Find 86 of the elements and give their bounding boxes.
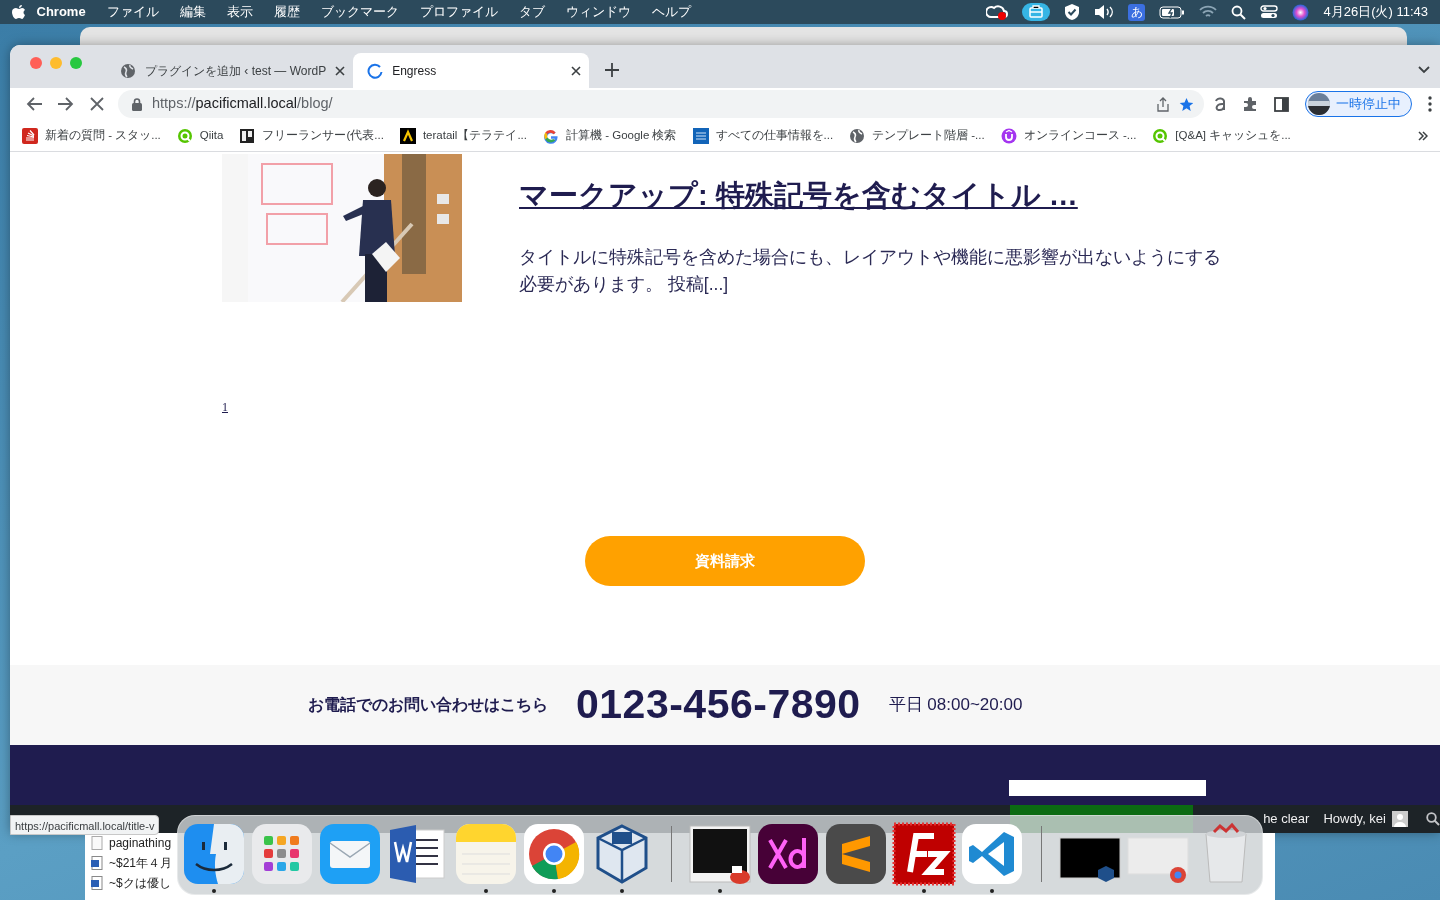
design-app-icon[interactable]	[756, 822, 820, 886]
caret-logo-icon	[399, 127, 416, 144]
tab-search-icon[interactable]	[1418, 66, 1430, 74]
document-lines-icon	[692, 127, 709, 144]
share-icon[interactable]	[1157, 96, 1169, 112]
menubar-clock[interactable]: 4月26日(火) 11:43	[1323, 2, 1428, 22]
menu-item[interactable]: 履歴	[263, 2, 311, 22]
link-status-bubble: https://pacificmall.local/title-v	[10, 815, 160, 835]
browser-tab[interactable]: Engress	[353, 53, 590, 88]
cap-badge-icon	[1000, 127, 1017, 144]
shield-icon[interactable]	[1064, 3, 1081, 21]
file-name[interactable]: paginathing	[109, 834, 172, 852]
business-hours: 平日 08:00~20:00	[888, 694, 1023, 717]
browser-tab[interactable]: プラグインを追加 ‹ test — WordP	[106, 53, 354, 88]
bookmark-item[interactable]: 新着の質問 - スタッ...	[22, 126, 161, 145]
menu-item[interactable]: ファイル	[96, 2, 170, 22]
menu-item[interactable]: ヘルプ	[641, 2, 702, 22]
search-icon[interactable]	[1231, 4, 1247, 20]
page-link[interactable]: 1	[222, 398, 228, 416]
puzzle-icon[interactable]	[1242, 96, 1258, 112]
menu-item[interactable]: 編集	[169, 2, 217, 22]
filezilla-icon[interactable]	[892, 822, 956, 886]
close-icon[interactable]	[335, 65, 346, 76]
bookmark-item[interactable]: テンプレート階層 -...	[849, 126, 985, 145]
more-bookmarks-icon[interactable]	[1418, 130, 1428, 141]
account-menu[interactable]: Howdy, kei	[1323, 809, 1386, 829]
menu-item[interactable]: ウィンドウ	[555, 2, 642, 22]
bookmark-item[interactable]: [Q&A] キャッシュを...	[1152, 126, 1291, 145]
bookmark-item[interactable]: フリーランサー(代表...	[239, 126, 384, 145]
address-bar[interactable]: https://pacificmall.local/blog/	[118, 90, 1204, 118]
monitor-icon[interactable]	[688, 822, 752, 886]
bookmark-item[interactable]: Qiita	[176, 126, 224, 145]
contact-label: お電話でのお問い合わせはこちら	[308, 695, 548, 716]
phone-number[interactable]: 0123-456-7890	[576, 674, 861, 736]
admin-menu-item[interactable]: he clear	[1263, 809, 1310, 829]
apple-icon[interactable]	[12, 4, 26, 20]
menu-item[interactable]: タブ	[508, 2, 556, 22]
globe-icon	[849, 127, 866, 144]
more-menu-icon[interactable]	[1428, 96, 1432, 112]
menu-item[interactable]: 表示	[216, 2, 264, 22]
post-excerpt: タイトルに特殊記号を含めた場合にも、レイアウトや機能に悪影響が出ないようにする必要があります。 投稿[...]	[519, 245, 1222, 296]
wifi-icon[interactable]	[1199, 5, 1218, 19]
sublime-icon[interactable]	[824, 822, 888, 886]
avatar-picture-icon	[1308, 93, 1330, 115]
post-title-link[interactable]: マークアップ: 特殊記号を含むタイトル …	[519, 174, 1229, 218]
menu-item[interactable]: ブックマーク	[310, 2, 410, 22]
magnifier-badge-icon	[1152, 127, 1169, 144]
bookmark-item[interactable]: すべての仕事情報を...	[692, 126, 834, 145]
url-text: https://pacificmall.local/blog/	[152, 94, 334, 114]
file-name[interactable]: ~$クは優し	[109, 874, 171, 892]
toolbox-icon[interactable]	[1022, 3, 1051, 21]
input-method-indicator[interactable]: あ	[1128, 3, 1146, 21]
chrome-icon[interactable]	[522, 822, 586, 886]
control-center-icon[interactable]	[1260, 5, 1279, 19]
stop-icon[interactable]	[90, 97, 104, 111]
user-avatar-icon	[1392, 811, 1408, 827]
menu-item[interactable]: プロファイル	[409, 2, 509, 22]
document-icon	[91, 856, 103, 870]
bookmark-item[interactable]: 計算機 - Google 検索	[543, 126, 677, 145]
bookmark-star-icon[interactable]	[1179, 96, 1194, 112]
amazon-extension-icon[interactable]	[1212, 97, 1226, 111]
search-icon[interactable]	[1426, 812, 1440, 826]
bookmark-item[interactable]: teratail【テラテイ...	[399, 126, 527, 145]
magnifier-badge-icon	[176, 127, 193, 144]
lock-icon	[132, 97, 142, 111]
file-name[interactable]: ~$21年４月	[109, 854, 173, 872]
side-panel-icon[interactable]	[1274, 96, 1289, 112]
back-icon[interactable]	[26, 97, 42, 111]
blank-document-icon	[91, 836, 103, 850]
board-icon	[239, 127, 256, 144]
profile-button[interactable]: 一時停止中	[1305, 91, 1412, 117]
app-grid-icon[interactable]	[250, 822, 314, 886]
google-icon	[543, 127, 559, 144]
stack-icon	[22, 127, 38, 144]
document-icon	[91, 876, 103, 890]
vscode-icon[interactable]	[960, 822, 1024, 886]
app-menu[interactable]: Chrome	[26, 2, 97, 22]
creative-cloud-icon[interactable]	[986, 4, 1009, 20]
new-tab-icon[interactable]	[605, 63, 620, 77]
finder-icon[interactable]	[182, 822, 246, 886]
bookmark-item[interactable]: オンラインコース -...	[1000, 126, 1137, 145]
close-icon[interactable]	[571, 65, 582, 76]
forward-icon[interactable]	[58, 97, 74, 111]
battery-icon[interactable]	[1159, 5, 1186, 19]
siri-icon[interactable]	[1292, 3, 1310, 21]
speaker-icon[interactable]	[1094, 4, 1115, 20]
